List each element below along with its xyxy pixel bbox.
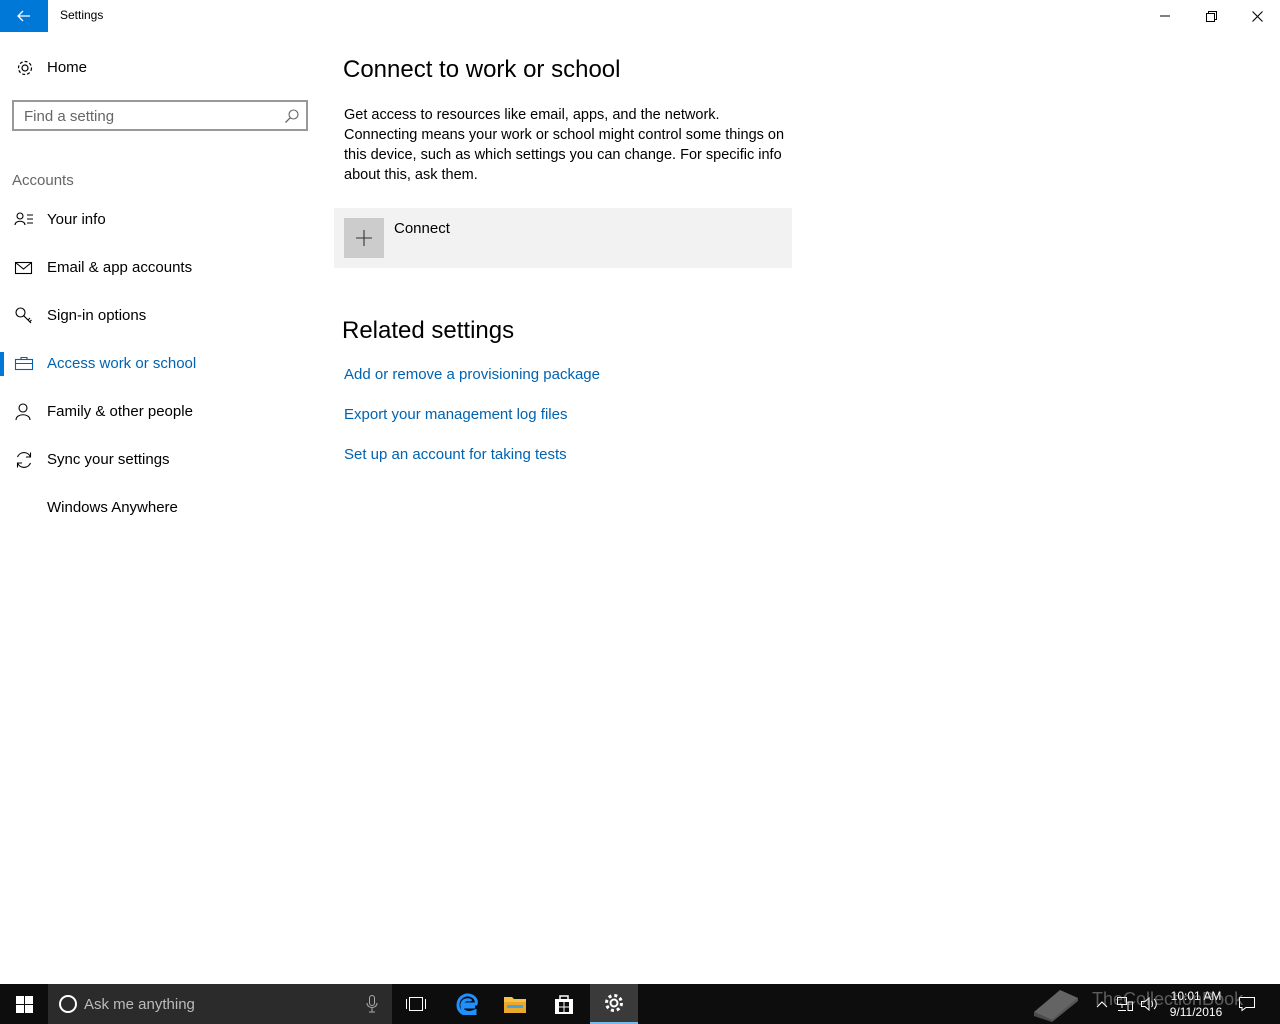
sidebar-item-home[interactable]: Home xyxy=(12,56,302,80)
settings-taskbar-button[interactable] xyxy=(590,984,638,1024)
sidebar-item-label: Sync your settings xyxy=(47,451,170,468)
person-card-icon xyxy=(14,212,33,226)
window-title: Settings xyxy=(60,8,104,22)
sidebar-item-label: Family & other people xyxy=(47,403,193,420)
task-view-icon xyxy=(406,997,426,1011)
plus-tile xyxy=(344,218,384,258)
close-icon xyxy=(1251,10,1263,22)
book-icon xyxy=(1034,990,1078,1022)
restore-icon xyxy=(1205,10,1217,22)
cortana-icon xyxy=(59,995,77,1013)
page-description: Get access to resources like email, apps… xyxy=(344,107,785,183)
cortana-placeholder: Ask me anything xyxy=(84,996,195,1013)
sidebar-item-label: Your info xyxy=(47,211,106,228)
settings-icon xyxy=(605,994,623,1012)
plus-icon xyxy=(356,230,372,246)
briefcase-icon xyxy=(14,356,34,371)
sidebar-item-family-other-people[interactable]: Family & other people xyxy=(0,392,320,432)
file-explorer-button[interactable] xyxy=(491,984,539,1024)
sidebar-item-your-info[interactable]: Your info xyxy=(0,200,320,240)
active-indicator xyxy=(0,352,4,376)
search-input[interactable] xyxy=(24,106,274,126)
mail-icon xyxy=(14,261,33,275)
minimize-icon xyxy=(1160,15,1170,17)
link-provisioning-package[interactable]: Add or remove a provisioning package xyxy=(344,366,600,383)
edge-icon xyxy=(456,993,478,1015)
arrow-left-icon xyxy=(17,10,30,22)
gear-icon xyxy=(17,60,33,76)
section-label-accounts: Accounts xyxy=(12,172,74,189)
sidebar-item-windows-anywhere[interactable]: Windows Anywhere xyxy=(0,488,320,528)
sidebar-item-sync-your-settings[interactable]: Sync your settings xyxy=(0,440,320,480)
sync-icon xyxy=(16,452,32,468)
sidebar-item-label: Windows Anywhere xyxy=(47,499,178,516)
sidebar-item-label: Sign-in options xyxy=(47,307,147,324)
person-icon xyxy=(15,403,31,421)
home-label: Home xyxy=(47,59,88,76)
sidebar-item-label: Email & app accounts xyxy=(47,259,193,276)
cortana-search-box[interactable]: Ask me anything xyxy=(48,984,392,1024)
store-button[interactable] xyxy=(540,984,588,1024)
sidebar-item-email-app-accounts[interactable]: Email & app accounts xyxy=(0,248,320,288)
file-explorer-icon xyxy=(504,997,526,1013)
page-title: Connect to work or school xyxy=(343,56,621,83)
watermark: TheCollectionBook xyxy=(1030,986,1270,1022)
connect-label: Connect xyxy=(394,220,450,237)
link-account-taking-tests[interactable]: Set up an account for taking tests xyxy=(344,446,567,463)
windows-logo-icon xyxy=(15,995,33,1013)
key-icon xyxy=(15,307,32,324)
search-icon[interactable] xyxy=(284,108,300,124)
watermark-text: TheCollectionBook xyxy=(1092,989,1244,1009)
microphone-icon[interactable] xyxy=(366,994,378,1014)
connect-button[interactable]: Connect xyxy=(334,208,792,268)
minimize-button[interactable] xyxy=(1142,0,1188,32)
task-view-button[interactable] xyxy=(392,984,440,1024)
related-settings-heading: Related settings xyxy=(342,317,515,344)
search-box[interactable] xyxy=(12,100,308,131)
sidebar-item-access-work-or-school[interactable]: Access work or school xyxy=(0,344,320,384)
link-export-management-logs[interactable]: Export your management log files xyxy=(344,406,567,423)
edge-button[interactable] xyxy=(443,984,491,1024)
store-icon xyxy=(555,995,573,1014)
restore-button[interactable] xyxy=(1188,0,1234,32)
sidebar-item-label: Access work or school xyxy=(47,355,197,372)
title-bar: Settings xyxy=(0,0,1280,32)
close-button[interactable] xyxy=(1234,0,1280,32)
sidebar-item-sign-in-options[interactable]: Sign-in options xyxy=(0,296,320,336)
back-button[interactable] xyxy=(0,0,48,32)
start-button[interactable] xyxy=(0,984,48,1024)
